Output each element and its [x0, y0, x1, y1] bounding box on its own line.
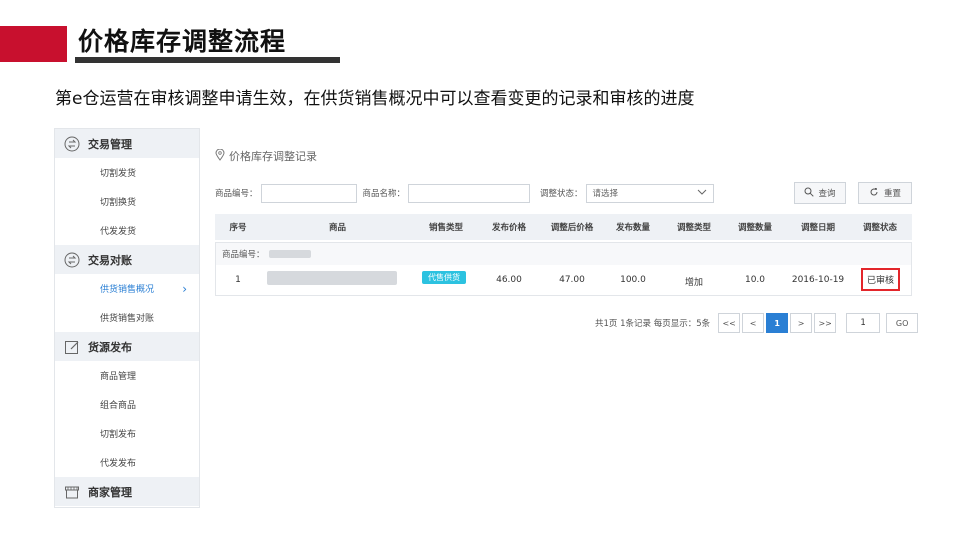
search-button[interactable]: 查询 — [794, 182, 846, 204]
sale-type-badge: 代售供货 — [422, 271, 466, 284]
panel-title: 价格库存调整记录 — [215, 148, 317, 164]
search-icon — [804, 187, 815, 200]
chevron-right-icon: › — [182, 282, 187, 296]
col-header-product: 商品 — [328, 223, 346, 233]
reset-icon — [869, 187, 879, 200]
status-badge: 已审核 — [861, 268, 901, 291]
cell-publish-price: 46.00 — [496, 275, 522, 285]
sidebar-item-bundle-products[interactable]: 组合商品 — [55, 390, 199, 419]
slide-subtitle: 第e仓运营在审核调整申请生效，在供货销售概况中可以查看变更的记录和审核的进度 — [55, 89, 695, 109]
col-header-date: 调整日期 — [800, 223, 835, 233]
group-product-code-label: 商品编号： — [222, 250, 265, 260]
col-header-adjust-type: 调整类型 — [676, 223, 711, 233]
col-header-status: 调整状态 — [862, 223, 897, 233]
cell-adjust-qty: 10.0 — [744, 275, 766, 285]
accent-bar — [0, 26, 67, 62]
sidebar-item-dropship-delivery[interactable]: 代发发货 — [55, 216, 199, 245]
slide-title: 价格库存调整流程 — [78, 27, 287, 56]
goto-page-input[interactable] — [846, 313, 881, 333]
product-name-label: 商品名称： — [362, 189, 406, 199]
sidebar-section-label: 商家管理 — [88, 485, 132, 499]
filter-bar: 商品编号： 商品名称： 调整状态： 请选择 — [215, 182, 714, 204]
store-icon — [63, 483, 80, 500]
sidebar-item-cut-exchange[interactable]: 切割换货 — [55, 187, 199, 216]
sidebar-item-supply-sales-overview[interactable]: 供货销售概况 › — [55, 274, 199, 303]
product-code-label: 商品编号： — [215, 189, 258, 199]
adjustment-records-panel: 价格库存调整记录 商品编号： 商品名称： 调整状态： 请选择 查询 重置 序号 … — [205, 128, 925, 348]
go-button[interactable]: GO — [886, 313, 919, 333]
edit-icon — [63, 338, 80, 355]
table-header: 序号 商品 销售类型 发布价格 调整后价格 发布数量 调整类型 调整数量 调整日… — [215, 214, 912, 240]
sidebar-section-source-publishing[interactable]: 货源发布 — [55, 332, 199, 361]
status-label: 调整状态： — [540, 189, 583, 199]
pagination-summary: 共1页 1条记录 每页显示：5条 — [595, 319, 711, 329]
product-code-input[interactable] — [260, 183, 357, 203]
sidebar-section-label: 交易管理 — [88, 137, 132, 151]
cell-adjusted-price: 47.00 — [559, 275, 585, 285]
redacted-product-code — [268, 250, 311, 258]
sidebar-item-product-management[interactable]: 商品管理 — [55, 361, 199, 390]
reset-button[interactable]: 重置 — [858, 182, 912, 204]
col-header-adjusted-price: 调整后价格 — [550, 223, 594, 233]
product-name-input[interactable] — [408, 183, 531, 203]
exchange-icon — [63, 135, 80, 152]
cell-date: 2016-10-19 — [791, 275, 845, 285]
col-header-publish-qty: 发布数量 — [615, 223, 650, 233]
sidebar-item-supply-sales-reconciliation[interactable]: 供货销售对账 — [55, 303, 199, 332]
sidebar-section-label: 货源发布 — [88, 340, 132, 354]
sidebar-section-merchant-management[interactable]: 商家管理 — [55, 477, 199, 506]
current-page-button[interactable]: 1 — [766, 313, 789, 333]
exchange-icon — [63, 251, 80, 268]
col-header-index: 序号 — [229, 223, 247, 233]
redacted-product-name — [264, 271, 399, 288]
sidebar-nav: 交易管理 切割发货 切割换货 代发发货 交易对账 供货销售概况 › 供货销售对账… — [54, 128, 200, 508]
product-group: 商品编号： 1 代售供货 46.00 47.00 100.0 增加 10.0 2… — [215, 242, 912, 296]
sidebar-item-dropship-publish[interactable]: 代发发布 — [55, 448, 199, 477]
chevron-down-icon — [697, 188, 707, 198]
table-row[interactable]: 1 代售供货 46.00 47.00 100.0 增加 10.0 2016-10… — [216, 265, 911, 296]
first-page-button[interactable]: << — [718, 313, 741, 333]
sidebar-item-cut-publish[interactable]: 切割发布 — [55, 419, 199, 448]
sidebar-section-reconciliation[interactable]: 交易对账 — [55, 245, 199, 274]
cell-index: 1 — [235, 275, 241, 285]
sidebar-section-label: 交易对账 — [88, 253, 132, 267]
col-header-adjust-qty: 调整数量 — [737, 223, 772, 233]
title-underline — [75, 57, 340, 63]
cell-publish-qty: 100.0 — [620, 275, 646, 285]
sidebar-item-cut-delivery[interactable]: 切割发货 — [55, 158, 199, 187]
status-select[interactable]: 请选择 — [585, 183, 714, 203]
pagination: 共1页 1条记录 每页显示：5条 << < 1 > >> GO — [595, 312, 919, 334]
location-pin-icon — [215, 148, 225, 164]
cell-adjust-type: 增加 — [684, 278, 703, 288]
group-header: 商品编号： — [216, 243, 911, 265]
col-header-sale-type: 销售类型 — [428, 223, 463, 233]
prev-page-button[interactable]: < — [742, 313, 765, 333]
next-page-button[interactable]: > — [790, 313, 813, 333]
last-page-button[interactable]: >> — [814, 313, 837, 333]
sidebar-section-trade-management[interactable]: 交易管理 — [55, 129, 199, 158]
col-header-publish-price: 发布价格 — [491, 223, 526, 233]
